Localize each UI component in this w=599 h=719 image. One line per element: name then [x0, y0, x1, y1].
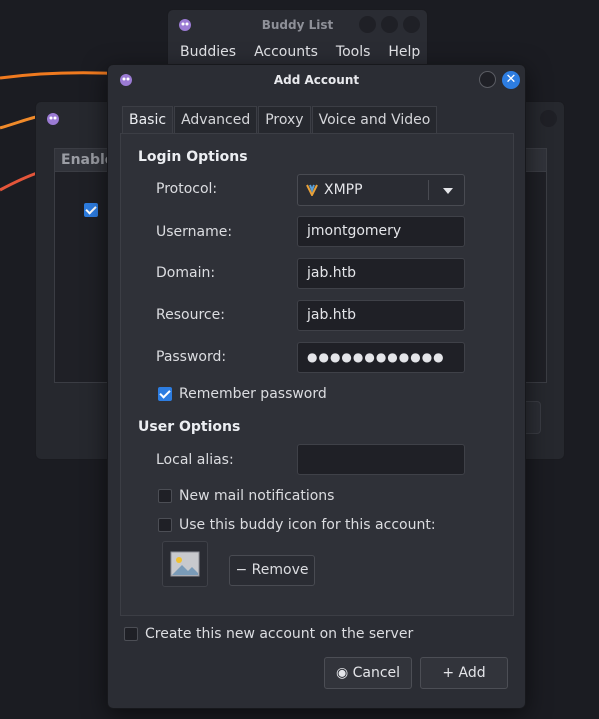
new-mail-row[interactable]: New mail notifications — [158, 488, 334, 504]
password-label: Password: — [156, 349, 227, 365]
buddy-icon-picker[interactable] — [162, 541, 208, 587]
chevron-down-icon — [443, 188, 453, 194]
remember-password-label: Remember password — [179, 386, 327, 402]
domain-field[interactable]: jab.htb — [297, 258, 465, 289]
local-alias-label: Local alias: — [156, 452, 234, 468]
cancel-button[interactable]: ◉ Cancel — [324, 657, 412, 689]
resource-field[interactable]: jab.htb — [297, 300, 465, 331]
enable-checkbox[interactable] — [84, 203, 98, 217]
remember-password-checkbox[interactable] — [158, 387, 172, 401]
protocol-select[interactable]: XMPP — [297, 174, 465, 206]
image-placeholder-icon — [170, 551, 200, 577]
remove-button[interactable]: − Remove — [229, 555, 315, 586]
minus-icon: − — [235, 562, 252, 578]
tab-advanced[interactable]: Advanced — [174, 106, 258, 133]
plus-icon: + — [442, 665, 459, 681]
minimize-button[interactable] — [359, 16, 376, 33]
menu-tools[interactable]: Tools — [328, 44, 379, 60]
close-button[interactable] — [403, 16, 420, 33]
protocol-value: XMPP — [324, 182, 363, 198]
buddy-icon-row[interactable]: Use this buddy icon for this account: — [158, 517, 436, 533]
tab-proxy[interactable]: Proxy — [258, 106, 311, 133]
protocol-label: Protocol: — [156, 181, 218, 197]
remember-password-row[interactable]: Remember password — [158, 386, 327, 402]
menu-help[interactable]: Help — [380, 44, 428, 60]
menubar: Buddies Accounts Tools Help — [172, 44, 428, 60]
username-field[interactable]: jmontgomery — [297, 216, 465, 247]
menu-buddies[interactable]: Buddies — [172, 44, 244, 60]
new-mail-label: New mail notifications — [179, 488, 335, 504]
add-label: Add — [458, 665, 486, 681]
close-button[interactable] — [540, 110, 557, 127]
user-options-heading: User Options — [138, 419, 241, 435]
username-label: Username: — [156, 224, 233, 240]
window-controls: ✕ — [479, 71, 520, 89]
window-controls — [359, 16, 420, 33]
resource-label: Resource: — [156, 307, 225, 323]
minimize-button[interactable] — [479, 71, 496, 88]
create-account-label: Create this new account on the server — [145, 626, 414, 642]
tab-basic[interactable]: Basic — [122, 106, 174, 134]
password-field[interactable]: ●●●●●●●●●●●● — [297, 342, 465, 373]
cancel-label: Cancel — [352, 665, 401, 681]
pidgin-icon — [47, 113, 59, 125]
add-account-dialog: Add Account ✕ Basic Advanced Proxy Voice… — [107, 64, 526, 709]
menu-accounts[interactable]: Accounts — [246, 44, 326, 60]
cancel-icon: ◉ — [335, 665, 353, 681]
buddy-icon-checkbox[interactable] — [158, 518, 172, 532]
close-button[interactable]: ✕ — [502, 71, 520, 89]
tab-voice-and-video[interactable]: Voice and Video — [311, 106, 438, 133]
buddy-icon-label: Use this buddy icon for this account: — [179, 517, 436, 533]
domain-label: Domain: — [156, 265, 216, 281]
tab-bar: Basic Advanced Proxy Voice and Video — [122, 106, 438, 134]
create-account-row[interactable]: Create this new account on the server — [124, 626, 413, 642]
local-alias-field[interactable] — [297, 444, 465, 475]
dialog-title: Add Account — [273, 73, 360, 87]
login-options-heading: Login Options — [138, 149, 248, 165]
xmpp-icon — [306, 184, 318, 196]
create-account-checkbox[interactable] — [124, 627, 138, 641]
maximize-button[interactable] — [381, 16, 398, 33]
add-button[interactable]: + Add — [420, 657, 508, 689]
remove-label: Remove — [251, 562, 309, 578]
combo-separator — [428, 180, 429, 200]
new-mail-checkbox[interactable] — [158, 489, 172, 503]
